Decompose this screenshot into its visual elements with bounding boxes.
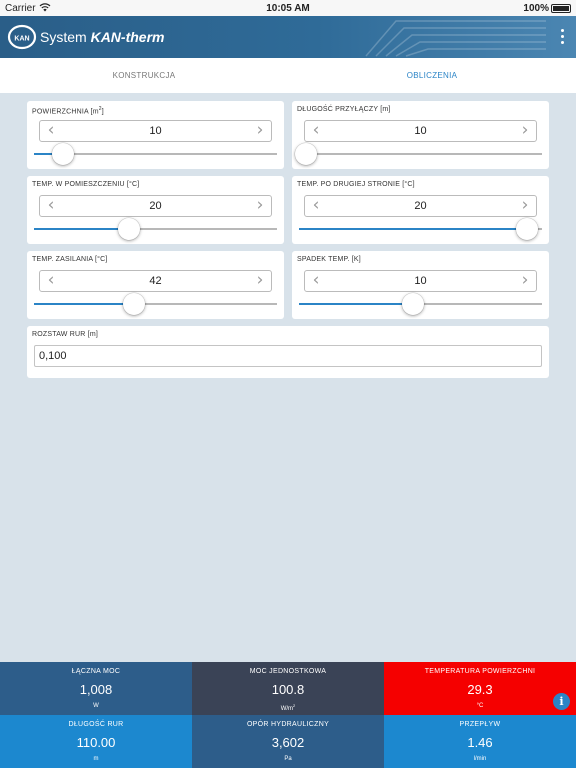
decrement-chevron-left-icon[interactable]: ‹ [306,196,326,216]
result-value: 100.8 [271,682,305,697]
temp-pomieszczenia-slider[interactable] [34,218,277,240]
increment-chevron-right-icon[interactable]: › [515,196,535,216]
increment-chevron-right-icon[interactable]: › [250,121,270,141]
result-title: DŁUGOŚĆ RUR [68,721,124,728]
status-bar: Carrier 10:05 AM 100% [0,0,576,16]
decrement-chevron-left-icon[interactable]: ‹ [41,121,61,141]
spadek-temp-label: SPADEK TEMP. [K] [297,256,361,263]
results-panel: ŁĄCZNA MOC 1,008 W MOC JEDNOSTKOWA 100.8… [0,662,576,768]
rozstaw-rur-label: ROZSTAW RUR [m] [32,331,98,338]
result-value: 1,008 [79,682,113,697]
slider-thumb[interactable] [516,218,539,240]
increment-chevron-right-icon[interactable]: › [250,271,270,291]
decrement-chevron-left-icon[interactable]: ‹ [41,271,61,291]
powierzchnia-label: POWIERZCHNIA [m2] [32,106,104,116]
svg-text:KAN: KAN [14,36,29,43]
result-title: TEMPERATURA POWIERZCHNI [424,668,536,675]
brand-title: System KAN-therm [40,29,165,45]
slider-thumb[interactable] [122,293,145,315]
dlugosc-przylaczy-label: DŁUGOŚĆ PRZYŁĄCZY [m] [297,106,391,113]
tab-konstrukcja[interactable]: KONSTRUKCJA [0,58,288,93]
tab-obliczenia[interactable]: OBLICZENIA [288,58,576,93]
rozstaw-rur-input[interactable]: 0,100 [34,345,542,367]
spadek-temp-slider[interactable] [299,293,542,315]
temp-druga-strona-label: TEMP. PO DRUGIEJ STRONIE [°C] [297,181,415,188]
clock: 10:05 AM [266,3,310,14]
temp-pomieszczenia-label: TEMP. W POMIESZCZENIU [°C] [32,181,140,188]
result-unit: °C [476,703,484,709]
floor-heating-pattern-icon [365,20,546,57]
card-spadek-temp: SPADEK TEMP. [K] ‹ 10 › [292,251,549,319]
slider-thumb[interactable] [117,218,140,240]
kan-logo-icon: KAN [7,24,37,50]
result-temperatura-powierzchni: TEMPERATURA POWIERZCHNI 29.3 °C i [384,662,576,715]
result-laczna-moc: ŁĄCZNA MOC 1,008 W [0,662,192,715]
result-value: 110.00 [76,735,116,750]
powierzchnia-stepper: ‹ 10 › [39,120,272,142]
more-dots-icon [560,29,564,32]
result-title: ŁĄCZNA MOC [71,668,121,675]
slider-fill [34,303,134,305]
slider-fill [34,228,129,230]
card-powierzchnia: POWIERZCHNIA [m2] ‹ 10 › [27,101,284,169]
temp-druga-strona-stepper: ‹ 20 › [304,195,537,217]
temp-druga-strona-value[interactable]: 20 [329,200,512,212]
slider-thumb[interactable] [52,143,75,165]
temp-pomieszczenia-value[interactable]: 20 [64,200,247,212]
dlugosc-przylaczy-value[interactable]: 10 [329,125,512,137]
card-temp-zasilania: TEMP. ZASILANIA [°C] ‹ 42 › [27,251,284,319]
spadek-temp-stepper: ‹ 10 › [304,270,537,292]
card-rozstaw-rur: ROZSTAW RUR [m] 0,100 [27,326,549,378]
decrement-chevron-left-icon[interactable]: ‹ [41,196,61,216]
temp-zasilania-label: TEMP. ZASILANIA [°C] [32,256,108,263]
result-dlugosc-rur: DŁUGOŚĆ RUR 110.00 m [0,715,192,768]
decrement-chevron-left-icon[interactable]: ‹ [306,271,326,291]
temp-zasilania-stepper: ‹ 42 › [39,270,272,292]
temp-zasilania-slider[interactable] [34,293,277,315]
card-dlugosc-przylaczy: DŁUGOŚĆ PRZYŁĄCZY [m] ‹ 10 › [292,101,549,169]
temp-druga-strona-slider[interactable] [299,218,542,240]
result-value: 1.46 [467,735,493,750]
slider-thumb[interactable] [295,143,318,165]
temp-zasilania-value[interactable]: 42 [64,275,247,287]
result-moc-jednostkowa: MOC JEDNOSTKOWA 100.8 W/m2 [192,662,384,715]
slider-thumb[interactable] [402,293,425,315]
dlugosc-przylaczy-slider[interactable] [295,143,542,165]
more-menu-button[interactable] [556,26,568,48]
spadek-temp-value[interactable]: 10 [329,275,512,287]
card-temp-pomieszczenia: TEMP. W POMIESZCZENIU [°C] ‹ 20 › [27,176,284,244]
result-unit: m [93,756,99,762]
result-unit: Pa [284,756,292,762]
result-title: OPÓR HYDRAULICZNY [246,721,330,728]
dlugosc-przylaczy-stepper: ‹ 10 › [304,120,537,142]
increment-chevron-right-icon[interactable]: › [250,196,270,216]
decrement-chevron-left-icon[interactable]: ‹ [306,121,326,141]
result-unit: W/m2 [280,703,296,712]
result-value: 3,602 [271,735,305,750]
slider-fill [299,228,528,230]
tab-bar: KONSTRUKCJA OBLICZENIA [0,58,576,93]
result-unit: W [93,703,99,709]
increment-chevron-right-icon[interactable]: › [515,271,535,291]
result-przeplyw: PRZEPŁYW 1.46 l/min [384,715,576,768]
result-title: MOC JEDNOSTKOWA [249,668,327,675]
info-icon[interactable]: i [553,693,570,710]
temp-pomieszczenia-stepper: ‹ 20 › [39,195,272,217]
result-opor-hydrauliczny: OPÓR HYDRAULICZNY 3,602 Pa [192,715,384,768]
powierzchnia-value[interactable]: 10 [64,125,247,137]
increment-chevron-right-icon[interactable]: › [515,121,535,141]
card-temp-druga-strona: TEMP. PO DRUGIEJ STRONIE [°C] ‹ 20 › [292,176,549,244]
slider-fill [299,303,414,305]
battery-icon [551,4,571,13]
powierzchnia-slider[interactable] [34,143,277,165]
result-value: 29.3 [467,682,493,697]
result-unit: l/min [473,756,487,762]
battery-percent: 100% [523,3,549,14]
app-header: KAN System KAN-therm [0,16,576,58]
result-title: PRZEPŁYW [459,721,501,728]
